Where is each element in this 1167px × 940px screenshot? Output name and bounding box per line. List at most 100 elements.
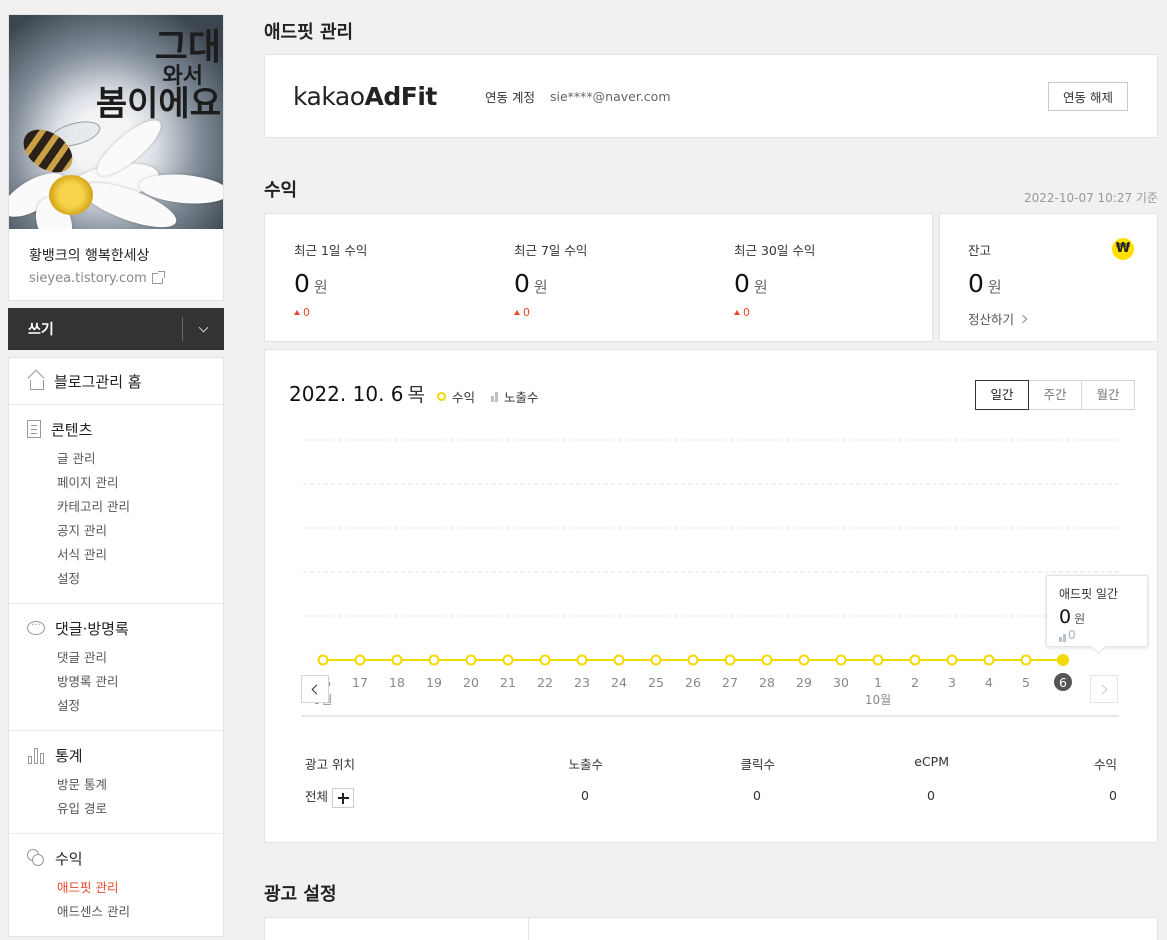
blog-cover-image[interactable]: 그대 와서 봄이에요 <box>9 15 223 229</box>
chevron-right-icon <box>1097 684 1108 695</box>
data-point <box>465 654 477 666</box>
write-button[interactable]: 쓰기 <box>28 319 54 339</box>
x-tick-label: 20 <box>463 675 479 690</box>
x-tick-label: 28 <box>759 675 775 690</box>
comment-icon <box>27 620 45 635</box>
menu-item-posts[interactable]: 글 관리 <box>9 447 223 471</box>
tooltip-unit: 원 <box>1074 612 1086 626</box>
admin-menu: 블로그관리 홈 콘텐츠 글 관리 페이지 관리 카테고리 관리 공지 관리 서식… <box>8 357 224 937</box>
write-options-toggle[interactable] <box>182 317 224 341</box>
link-account-label: 연동 계정 <box>485 89 535 105</box>
row-impressions: 0 <box>581 788 589 803</box>
blog-url: sieyea.tistory.com <box>29 271 147 286</box>
expand-plus-button[interactable] <box>332 787 355 808</box>
menu-group-home: 블로그관리 홈 <box>9 358 223 405</box>
data-point <box>502 654 514 666</box>
data-point <box>317 654 329 666</box>
won-icon: ₩ <box>1112 238 1134 260</box>
menu-item-pages[interactable]: 페이지 관리 <box>9 471 223 495</box>
chart-next-button[interactable] <box>1090 675 1118 703</box>
x-tick-label: 22 <box>537 675 553 690</box>
legend-impressions: 노출수 <box>491 387 539 406</box>
up-arrow-icon <box>294 310 300 315</box>
x-tick-label: 30 <box>833 675 849 690</box>
data-point <box>761 654 773 666</box>
unlink-button[interactable]: 연동 해제 <box>1048 82 1128 111</box>
data-point <box>613 654 625 666</box>
menu-item-adsense[interactable]: 애드센스 관리 <box>9 900 223 924</box>
up-arrow-icon <box>734 310 740 315</box>
stat-delta: 0 <box>514 306 587 319</box>
row-ecpm: 0 <box>927 788 935 803</box>
menu-comments[interactable]: 댓글·방명록 <box>9 618 223 638</box>
balance-value: 0 <box>968 269 984 298</box>
x-tick-label: 24 <box>611 675 627 690</box>
menu-item-notices[interactable]: 공지 관리 <box>9 519 223 543</box>
settle-link[interactable]: 정산하기 <box>968 309 1028 328</box>
menu-group-revenue: 수익 애드핏 관리 애드센스 관리 <box>9 834 223 936</box>
data-point <box>983 654 995 666</box>
stat-delta: 0 <box>294 306 367 319</box>
menu-item-adfit[interactable]: 애드핏 관리 <box>9 876 223 900</box>
blog-name[interactable]: 황뱅크의 행복한세상 <box>29 245 203 265</box>
menu-revenue[interactable]: 수익 <box>9 848 223 868</box>
menu-contents[interactable]: 콘텐츠 <box>9 419 223 439</box>
menu-home[interactable]: 블로그관리 홈 <box>9 371 223 391</box>
x-tick-label: 2 <box>911 675 919 690</box>
menu-item-categories[interactable]: 카테고리 관리 <box>9 495 223 519</box>
x-tick-label: 25 <box>648 675 664 690</box>
document-icon <box>27 420 41 438</box>
menu-stats[interactable]: 통계 <box>9 745 223 765</box>
link-account-value: sie****@naver.com <box>549 88 671 104</box>
data-point <box>650 654 662 666</box>
stat-30day: 최근 30일 수익 0원 0 <box>734 240 815 319</box>
blog-url-link[interactable]: sieyea.tistory.com <box>29 271 203 286</box>
stat-label: 최근 7일 수익 <box>514 243 588 258</box>
tooltip-impressions: 0 <box>1059 628 1135 642</box>
tab-daily[interactable]: 일간 <box>975 380 1029 410</box>
chart-date: 2022. 10. 6목 <box>289 382 425 406</box>
menu-title: 통계 <box>55 746 83 765</box>
col-ecpm: eCPM <box>914 754 949 769</box>
menu-item-content-settings[interactable]: 설정 <box>9 567 223 591</box>
balance-card: ₩ 잔고 0원 정산하기 <box>939 213 1158 342</box>
up-arrow-icon <box>514 310 520 315</box>
menu-title: 수익 <box>55 849 83 868</box>
tab-weekly[interactable]: 주간 <box>1028 380 1082 410</box>
menu-item-referrers[interactable]: 유입 경로 <box>9 797 223 821</box>
write-bar: 쓰기 <box>8 308 224 350</box>
data-point <box>724 654 736 666</box>
menu-item-comments[interactable]: 댓글 관리 <box>9 646 223 670</box>
stat-7day: 최근 7일 수익 0원 0 <box>514 240 587 319</box>
x-tick-label: 18 <box>389 675 405 690</box>
page-title: 애드핏 관리 <box>264 22 354 43</box>
ad-settings-title: 광고 설정 <box>264 884 337 905</box>
ad-position-table: 광고 위치 노출수 클릭수 eCPM 수익 전체 0 0 0 0 <box>265 750 1159 818</box>
cover-handwriting: 그대 와서 봄이에요 <box>95 26 221 124</box>
x-tick-label: 17 <box>352 675 368 690</box>
x-tick-label: 27 <box>722 675 738 690</box>
x-tick-label: 23 <box>574 675 590 690</box>
revenue-as-of: 2022-10-07 10:27 기준 <box>1023 191 1158 205</box>
menu-item-visit-stats[interactable]: 방문 통계 <box>9 773 223 797</box>
menu-title: 콘텐츠 <box>51 420 93 439</box>
stat-label: 최근 30일 수익 <box>734 243 816 258</box>
col-position: 광고 위치 <box>305 757 355 772</box>
stat-unit: 원 <box>533 278 548 296</box>
x-tick-label: 21 <box>500 675 516 690</box>
menu-title: 댓글·방명록 <box>55 619 129 638</box>
stat-value: 0 <box>734 269 750 298</box>
data-point <box>428 654 440 666</box>
menu-item-guestbook[interactable]: 방명록 관리 <box>9 670 223 694</box>
menu-item-comment-settings[interactable]: 설정 <box>9 694 223 718</box>
revenue-line-chart: 1617181920212223242526272829301234569월10… <box>301 439 1119 717</box>
chart-prev-button[interactable] <box>301 675 329 703</box>
tab-monthly[interactable]: 월간 <box>1081 380 1135 410</box>
menu-item-templates[interactable]: 서식 관리 <box>9 543 223 567</box>
data-point <box>798 654 810 666</box>
data-point <box>576 654 588 666</box>
stat-label: 최근 1일 수익 <box>294 243 368 258</box>
external-link-icon <box>151 271 165 284</box>
table-header-row: 광고 위치 노출수 클릭수 eCPM 수익 <box>265 750 1159 784</box>
adfit-link-card: kakaoAdFit 연동 계정 sie****@naver.com 연동 해제 <box>264 54 1158 138</box>
